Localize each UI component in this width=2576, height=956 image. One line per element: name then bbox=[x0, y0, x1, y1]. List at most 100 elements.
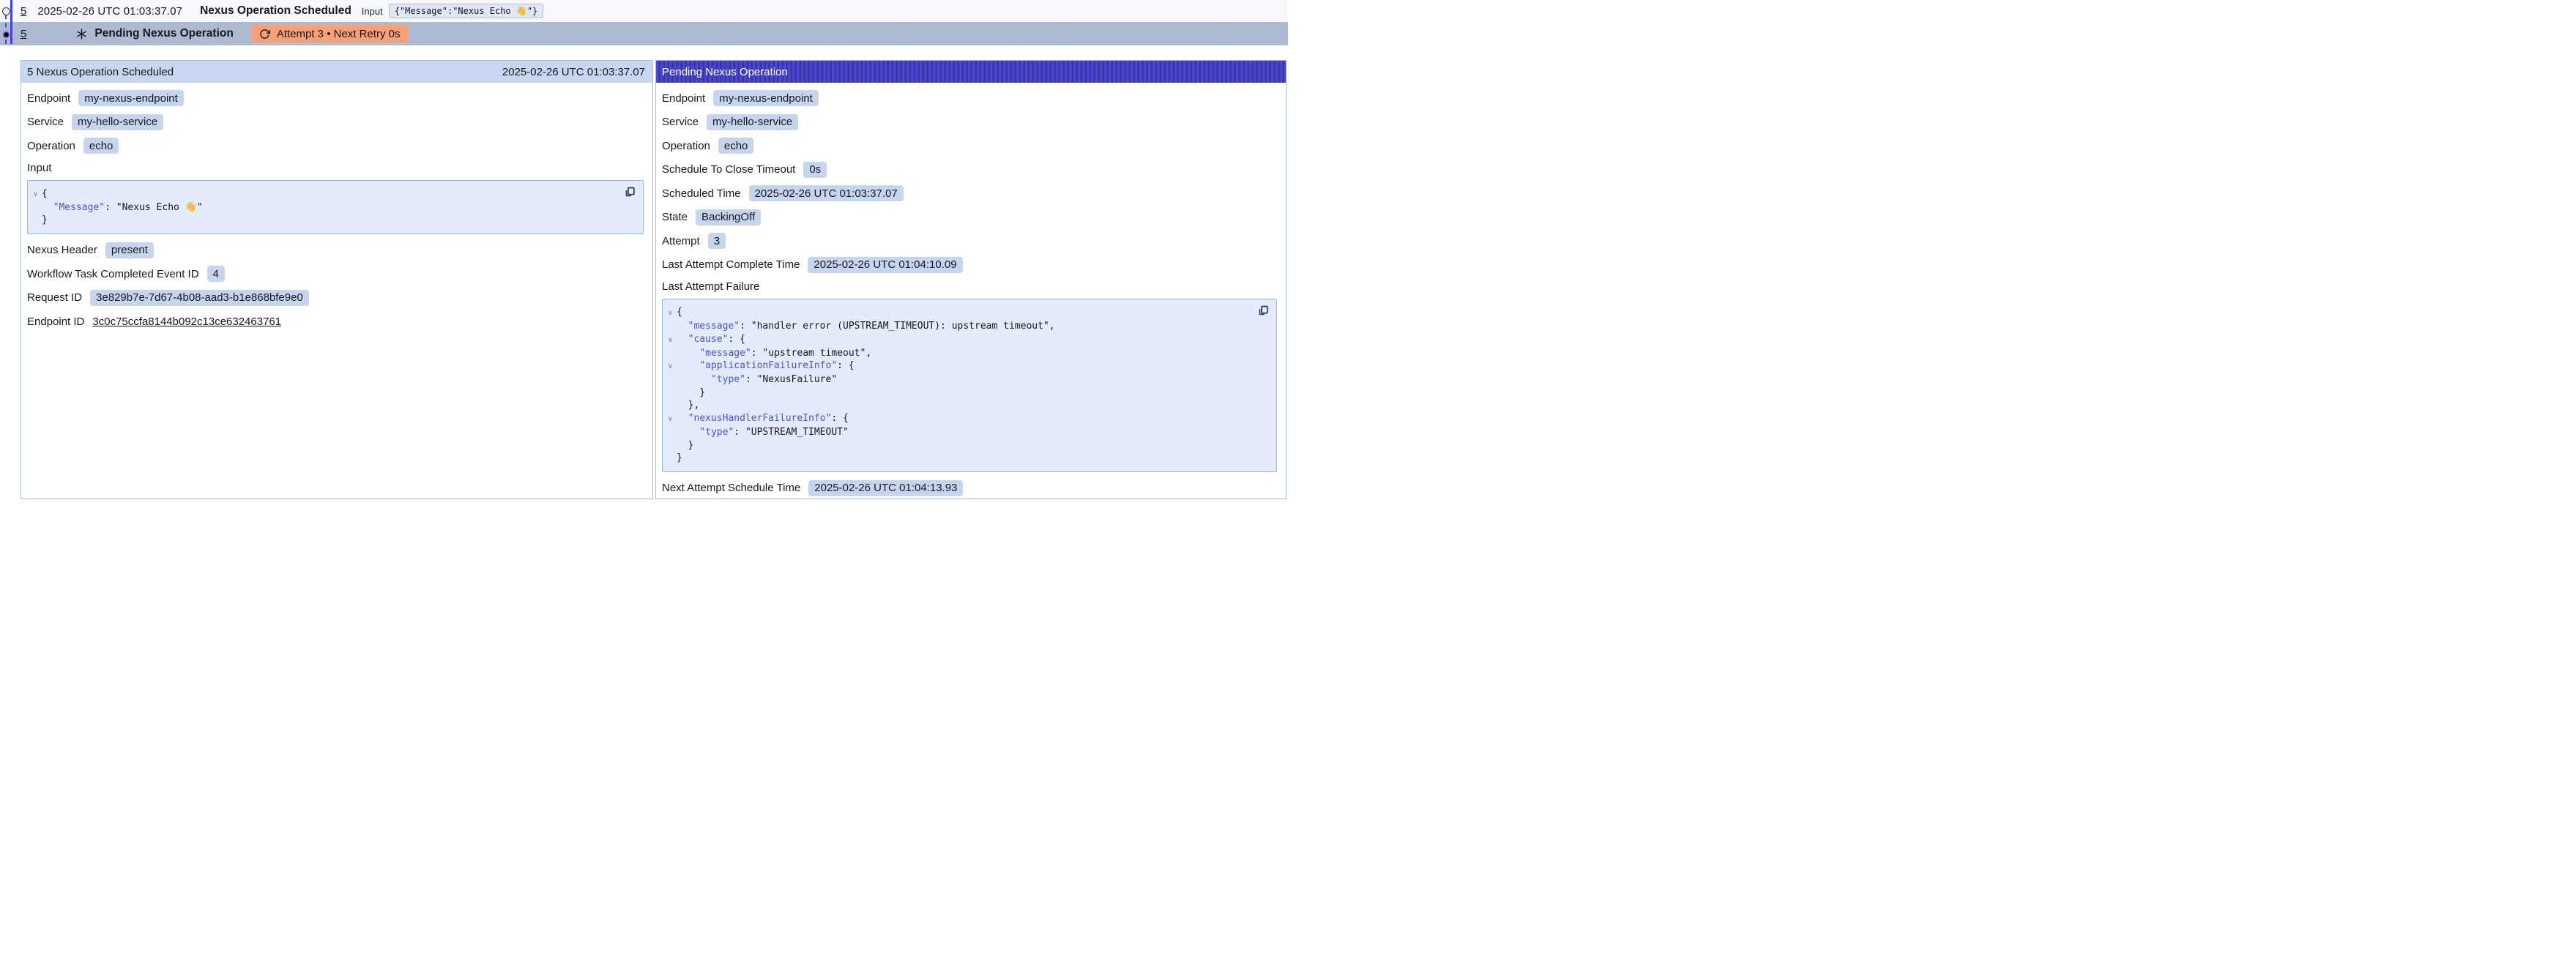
event-timeline-rail bbox=[0, 0, 15, 45]
code-line: "type": "NexusFailure" bbox=[664, 373, 1270, 386]
code-gutter bbox=[664, 320, 677, 333]
code-line: "message": "handler error (UPSTREAM_TIME… bbox=[664, 320, 1270, 333]
panel-title: 5 Nexus Operation Scheduled bbox=[27, 66, 174, 78]
retry-icon bbox=[259, 29, 270, 40]
code-text: { bbox=[42, 187, 48, 201]
pending-panel-body: Endpointmy-nexus-endpoint Servicemy-hello… bbox=[656, 83, 1286, 496]
event-id-link[interactable]: 5 bbox=[21, 5, 26, 18]
detail-field-workflow-task-completed-event-id: Workflow Task Completed Event ID 4 bbox=[27, 266, 644, 282]
code-line: "type": "UPSTREAM_TIMEOUT" bbox=[664, 426, 1270, 439]
panel-timestamp: 2025-02-26 UTC 01:03:37.07 bbox=[502, 66, 645, 78]
input-preview-badge: {"Message":"Nexus Echo 👋"} bbox=[389, 4, 544, 18]
code-gutter bbox=[29, 201, 42, 214]
field-value-badge: my-hello-service bbox=[707, 114, 798, 130]
panel-title: Pending Nexus Operation bbox=[662, 66, 788, 78]
code-line: "message": "upstream timeout", bbox=[664, 347, 1270, 360]
scheduled-panel-body: Endpointmy-nexus-endpoint Service my-hello… bbox=[21, 83, 652, 329]
detail-field-schedule-to-close-timeout: Schedule To Close Timeout0s bbox=[662, 162, 1277, 178]
code-text: }, bbox=[677, 399, 699, 412]
detail-field-endpoint: Endpointmy-nexus-endpoint bbox=[27, 90, 644, 106]
detail-field-state: State BackingOff bbox=[662, 209, 1277, 225]
event-row-pending-nexus-operation[interactable]: 5 Pending Nexus Operation Attempt 3 • Ne… bbox=[0, 22, 1288, 45]
code-text: } bbox=[677, 386, 705, 400]
code-gutter bbox=[664, 386, 677, 400]
collapse-chevron-icon[interactable]: ∨ bbox=[664, 306, 677, 320]
field-label: State bbox=[662, 211, 688, 223]
field-label: Service bbox=[27, 116, 64, 128]
pending-panel-header: Pending Nexus Operation bbox=[656, 61, 1286, 83]
code-line: ∨ "cause": { bbox=[664, 333, 1270, 347]
code-text: "nexusHandlerFailureInfo": { bbox=[677, 412, 849, 426]
field-label: Request ID bbox=[27, 291, 82, 304]
field-label: Scheduled Time bbox=[662, 187, 741, 200]
code-gutter bbox=[664, 439, 677, 452]
code-text: "type": "NexusFailure" bbox=[677, 373, 837, 386]
detail-field-endpoint-id: Endpoint ID 3c0c75ccfa8144b092c13ce632463… bbox=[27, 313, 644, 329]
field-label: Schedule To Close Timeout bbox=[662, 163, 795, 176]
code-line: ∨ "applicationFailureInfo": { bbox=[664, 359, 1270, 373]
event-id-link[interactable]: 5 bbox=[21, 28, 26, 40]
field-value-badge: 4 bbox=[207, 266, 225, 282]
detail-field-attempt: Attempt3 bbox=[662, 233, 1277, 249]
pending-spinner-icon bbox=[75, 28, 88, 40]
copy-icon bbox=[1257, 305, 1270, 317]
code-line: } bbox=[29, 214, 637, 227]
code-line: ∨ "nexusHandlerFailureInfo": { bbox=[664, 412, 1270, 426]
detail-field-operation: Operation echo bbox=[662, 138, 1277, 154]
event-detail-panels: 5 Nexus Operation Scheduled 2025-02-26 U… bbox=[21, 60, 1287, 499]
field-value-link[interactable]: 3c0c75ccfa8144b092c13ce632463761 bbox=[92, 315, 281, 328]
code-gutter bbox=[664, 399, 677, 412]
field-label: Endpoint ID bbox=[27, 315, 84, 328]
collapse-chevron-icon[interactable]: ∨ bbox=[664, 412, 677, 426]
failure-section-label: Last Attempt Failure bbox=[662, 280, 1277, 293]
collapse-chevron-icon[interactable]: ∨ bbox=[29, 187, 42, 201]
code-line: }, bbox=[664, 399, 1270, 412]
timeline-pending-dot-filled bbox=[2, 31, 10, 39]
code-text: "message": "upstream timeout", bbox=[677, 347, 871, 360]
detail-field-operation: Operation echo bbox=[27, 138, 644, 154]
field-label: Next Attempt Schedule Time bbox=[662, 482, 800, 494]
code-line: } bbox=[664, 452, 1270, 465]
detail-field-service: Servicemy-hello-service bbox=[662, 114, 1277, 130]
field-value-badge: echo bbox=[718, 138, 754, 154]
detail-field-next-attempt-schedule-time: Next Attempt Schedule Time 2025-02-26 UTC… bbox=[662, 480, 1277, 496]
collapse-chevron-icon[interactable]: ∨ bbox=[664, 359, 677, 373]
event-row-nexus-operation-scheduled[interactable]: 5 2025-02-26 UTC 01:03:37.07 Nexus Opera… bbox=[0, 0, 1288, 22]
field-label: Workflow Task Completed Event ID bbox=[27, 268, 199, 280]
field-label: Operation bbox=[27, 140, 75, 152]
field-label: Operation bbox=[662, 140, 710, 152]
code-text: } bbox=[677, 452, 682, 465]
code-text: "type": "UPSTREAM_TIMEOUT" bbox=[677, 426, 849, 439]
field-label: Endpoint bbox=[27, 92, 70, 105]
detail-field-nexus-header: Nexus Headerpresent bbox=[27, 242, 644, 258]
code-line: } bbox=[664, 439, 1270, 452]
copy-button[interactable] bbox=[1257, 305, 1270, 317]
detail-field-service: Service my-hello-service bbox=[27, 114, 644, 130]
collapse-chevron-icon[interactable]: ∨ bbox=[664, 333, 677, 347]
code-gutter bbox=[664, 373, 677, 386]
timeline-connector-dashed bbox=[5, 15, 7, 44]
code-text: } bbox=[42, 214, 48, 227]
code-gutter bbox=[664, 426, 677, 439]
field-value-badge: 2025-02-26 UTC 01:04:13.93 bbox=[808, 480, 963, 496]
code-gutter bbox=[664, 347, 677, 360]
field-value-badge: BackingOff bbox=[696, 209, 761, 225]
code-line: ∨{ bbox=[664, 306, 1270, 320]
event-title: Pending Nexus Operation bbox=[94, 27, 233, 40]
timeline-active-bar bbox=[10, 0, 12, 44]
code-text: "cause": { bbox=[677, 333, 745, 347]
detail-field-request-id: Request ID3e829b7e-7d67-4b08-aad3-b1e868… bbox=[27, 290, 644, 306]
field-value-badge: 2025-02-26 UTC 01:04:10.09 bbox=[808, 257, 962, 273]
workflow-event-history-view: 5 2025-02-26 UTC 01:03:37.07 Nexus Opera… bbox=[0, 0, 1288, 478]
field-value-badge: my-hello-service bbox=[72, 114, 163, 130]
input-section-label: Input bbox=[27, 162, 644, 174]
scheduled-event-panel: 5 Nexus Operation Scheduled 2025-02-26 U… bbox=[21, 60, 653, 499]
code-text: { bbox=[677, 306, 682, 320]
code-text: "message": "handler error (UPSTREAM_TIME… bbox=[677, 320, 1055, 333]
pending-operation-panel: Pending Nexus Operation Endpointmy-nexus… bbox=[655, 60, 1287, 499]
field-value-badge: echo bbox=[83, 138, 119, 154]
detail-field-endpoint: Endpointmy-nexus-endpoint bbox=[662, 90, 1277, 106]
attempt-retry-badge: Attempt 3 • Next Retry 0s bbox=[251, 25, 409, 42]
input-label: Input bbox=[362, 6, 383, 17]
copy-button[interactable] bbox=[624, 186, 636, 198]
